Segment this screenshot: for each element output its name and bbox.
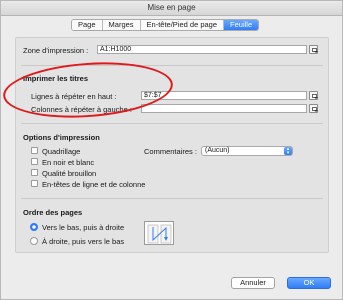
- black-white-checkbox[interactable]: [31, 158, 38, 165]
- divider: [21, 198, 323, 199]
- print-area-input[interactable]: A1:H1000: [97, 45, 307, 54]
- ok-button[interactable]: OK: [287, 277, 331, 289]
- tab-page[interactable]: Page: [72, 20, 103, 30]
- page-order-heading: Ordre des pages: [23, 208, 83, 217]
- tab-bar: Page Marges En-tête/Pied de page Feuille: [71, 19, 260, 31]
- rows-range-picker-icon[interactable]: [309, 91, 318, 100]
- over-then-down-radio[interactable]: [30, 237, 38, 245]
- page-order-preview-icon: [144, 221, 174, 245]
- comments-selected-value: (Aucun): [205, 147, 230, 154]
- down-then-over-radio[interactable]: [30, 223, 38, 231]
- tab-header-footer[interactable]: En-tête/Pied de page: [140, 20, 225, 30]
- divider: [21, 123, 323, 124]
- row-col-headings-label: En-têtes de ligne et de colonne: [42, 180, 146, 189]
- window-title: Mise en page: [1, 1, 342, 16]
- gridlines-checkbox[interactable]: [31, 147, 38, 154]
- row-col-headings-checkbox[interactable]: [31, 180, 38, 187]
- cols-to-repeat-input[interactable]: [141, 104, 307, 113]
- over-then-down-label: À droite, puis vers le bas: [42, 237, 125, 246]
- cols-range-picker-icon[interactable]: [309, 104, 318, 113]
- draft-quality-checkbox[interactable]: [31, 169, 38, 176]
- comments-label: Commentaires :: [144, 147, 197, 156]
- print-options-heading: Options d'impression: [23, 133, 100, 142]
- cancel-button[interactable]: Annuler: [231, 277, 275, 289]
- tab-margins[interactable]: Marges: [102, 20, 141, 30]
- print-area-range-picker-icon[interactable]: [309, 45, 318, 54]
- down-then-over-label: Vers le bas, puis à droite: [42, 223, 125, 232]
- black-white-label: En noir et blanc: [42, 158, 95, 167]
- print-area-label: Zone d'impression :: [23, 46, 89, 55]
- chevron-updown-icon: ▴ ▾: [284, 147, 292, 156]
- comments-select[interactable]: (Aucun) ▴ ▾: [201, 146, 293, 156]
- tab-sheet[interactable]: Feuille: [224, 20, 259, 30]
- gridlines-label: Quadrillage: [42, 147, 81, 156]
- page-setup-window: Mise en page Page Marges En-tête/Pied de…: [0, 0, 343, 300]
- draft-quality-label: Qualité brouillon: [42, 169, 97, 178]
